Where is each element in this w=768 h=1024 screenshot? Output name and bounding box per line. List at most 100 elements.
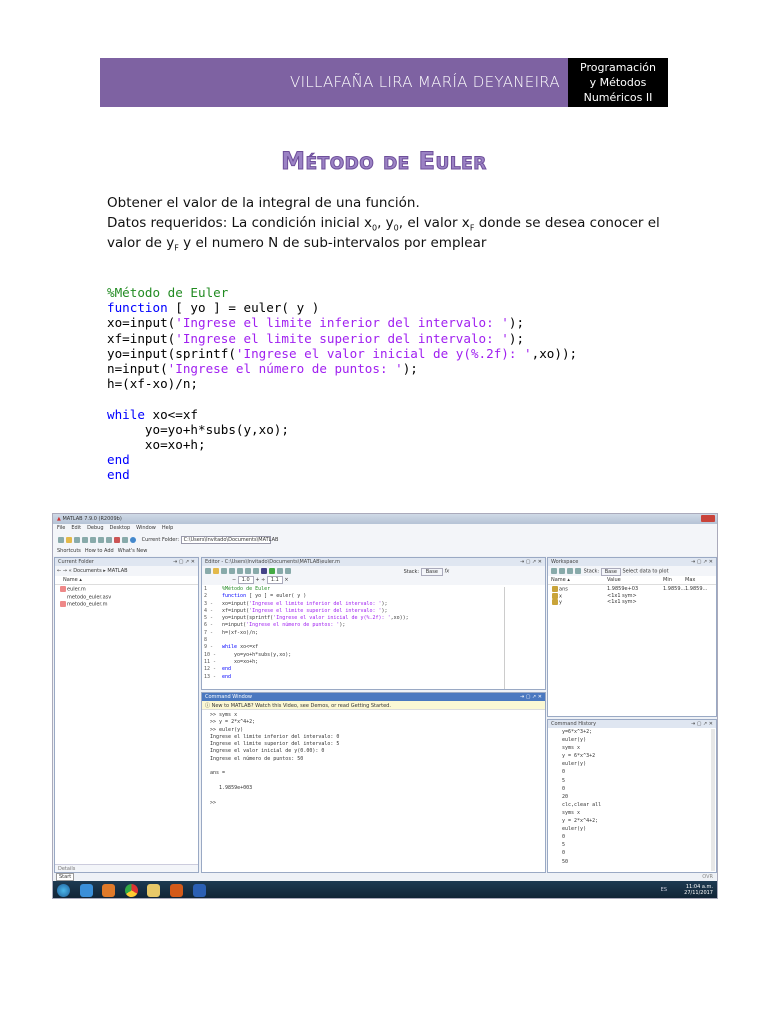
menu-file[interactable]: File (57, 525, 65, 531)
command-line (210, 763, 537, 770)
windows-start-icon[interactable] (57, 884, 70, 897)
editor-line: 12 - end (204, 666, 232, 673)
select-data-to-plot[interactable]: Select data to plot (623, 569, 669, 575)
redo-icon[interactable] (106, 536, 112, 543)
open-icon[interactable] (66, 536, 72, 543)
details-pane[interactable]: Details (55, 864, 198, 872)
windows-taskbar: ES 11:04 a.m. 27/11/2017 (53, 881, 717, 898)
page-header: VILLAFAÑA LIRA MARÍA DEYANEIRA Programac… (100, 58, 668, 107)
command-line: Ingrese el número de puntos: 50 (210, 755, 304, 762)
history-item[interactable]: 20 (562, 793, 702, 801)
shortcuts-bar: Shortcuts How to Add What's New (53, 546, 717, 556)
course-line: Programación (580, 61, 656, 74)
simulink-icon[interactable] (114, 536, 120, 543)
editor-line: 6 - n=input('Ingrese el número de puntos:… (204, 622, 346, 629)
cell-zoom-2[interactable]: 1.1 (266, 576, 283, 584)
editor-line: 13 - end (204, 673, 232, 680)
history-item[interactable]: y=6*x^3+2; (562, 728, 702, 736)
workspace-row[interactable]: y <1x1 sym> (551, 599, 713, 606)
help-icon[interactable] (130, 536, 136, 543)
file-item[interactable]: metodo_euler.asv (59, 593, 194, 602)
menu-debug[interactable]: Debug (87, 525, 103, 531)
editor-panel: Editor - C:\Users\Invitado\Documents\MAT… (201, 557, 546, 690)
history-item[interactable]: 0 (562, 849, 702, 857)
history-item[interactable]: y = 6*x^3+2 (562, 752, 702, 760)
history-item[interactable]: 0 (562, 833, 702, 841)
history-list[interactable]: y=6*x^3+2; euler(y) syms xy = 6*x^3+2 euler… (548, 728, 716, 866)
copy-icon[interactable] (82, 536, 88, 543)
matlab-start-button[interactable]: Start (56, 873, 75, 881)
history-item[interactable]: syms x (562, 744, 702, 752)
history-item[interactable]: y = 2*x^4+2; (562, 817, 702, 825)
editor-line: 7 - h=(xf-xo)/n; (204, 629, 259, 636)
command-line: ans = (210, 770, 226, 777)
undo-icon[interactable] (98, 536, 104, 543)
editor-line: 4 - xf=input('Ingrese el limite superior … (204, 607, 388, 614)
menu-help[interactable]: Help (162, 525, 173, 531)
course-line: y Métodos (589, 76, 647, 89)
editor-toolbar: Stack: Base fx (202, 566, 545, 576)
how-to-add-link[interactable]: How to Add (85, 548, 114, 554)
new-file-icon[interactable] (58, 536, 64, 543)
getting-started-notice[interactable]: ⓘ New to MATLAB? Watch this Video, see D… (202, 701, 545, 710)
ie-icon[interactable] (79, 884, 93, 897)
editor-line: 1 %Método de Euler (204, 586, 271, 592)
menu-desktop[interactable]: Desktop (110, 525, 131, 531)
history-item[interactable]: 0 (562, 785, 702, 793)
current-folder-field[interactable]: C:\Users\Invitado\Documents\MATLAB (180, 536, 278, 544)
command-line (210, 778, 537, 785)
folder-breadcrumb[interactable]: « Documents ▸ MATLAB (69, 568, 128, 574)
word-icon[interactable] (192, 884, 206, 897)
cut-icon[interactable] (74, 536, 80, 543)
menu-window[interactable]: Window (136, 525, 156, 531)
history-item[interactable]: euler(y) (562, 736, 702, 744)
history-item[interactable]: clc,clear all (562, 801, 702, 809)
history-scrollbar[interactable] (711, 729, 715, 871)
editor-line: 10 - yo=yo+h*subs(y,xo); (204, 651, 292, 658)
history-item[interactable]: euler(y) (562, 760, 702, 768)
file-item[interactable]: metodo_euler.m (59, 601, 194, 609)
close-window-button[interactable] (701, 515, 715, 522)
history-item[interactable]: syms x (562, 809, 702, 817)
explorer-icon[interactable] (147, 884, 161, 897)
menu-edit[interactable]: Edit (71, 525, 81, 531)
whats-new-link[interactable]: What's New (118, 548, 148, 554)
matlab-screenshot: ▲ MATLAB 7.9.0 (R2009b) File Edit Debug Des… (52, 513, 718, 899)
media-player-icon[interactable] (102, 884, 116, 897)
main-toolbar: Current Folder: C:\Users\Invitado\Docume… (53, 533, 717, 546)
history-item[interactable]: euler(y) (562, 825, 702, 833)
current-folder-panel: Current Folder ⇥ ▢ ↗ ✕ ← → « Documents ▸ … (54, 557, 199, 873)
history-item[interactable]: 5 (562, 777, 702, 785)
editor-code[interactable]: 1 %Método de Euler 2 function [ yo ] = eule… (202, 585, 545, 682)
guide-icon[interactable] (122, 536, 128, 543)
chrome-icon[interactable] (124, 884, 138, 897)
command-history-panel: Command History ⇥ ▢ ↗ ✕ y=6*x^3+2; euler(y… (547, 719, 717, 873)
file-item[interactable]: euler.m (59, 586, 194, 594)
editor-line: 3 - xo=input('Ingrese el limite inferior … (204, 600, 388, 607)
command-line: Ingrese el limite superior del intervalo… (210, 741, 340, 748)
command-window: Command Window ⇥ ▢ ↗ ✕ ⓘ New to MATLAB? W… (201, 692, 546, 873)
page-title: Método de Euler (281, 147, 487, 176)
command-line: Ingrese el limite inferior del intervalo… (210, 733, 340, 740)
command-line: >> syms x (210, 712, 238, 718)
intro-line: Obtener el valor de la integral de una f… (107, 195, 420, 211)
history-item[interactable]: 50 (562, 858, 702, 866)
stack-select[interactable]: Base (420, 567, 443, 576)
matlab-taskbar-icon[interactable] (169, 884, 183, 897)
history-item[interactable]: 5 (562, 841, 702, 849)
command-output[interactable]: >> syms x >> y = 2*x^4+2; >> euler(y) Ingre… (202, 710, 545, 809)
command-line: >> (210, 799, 217, 806)
paste-icon[interactable] (90, 536, 96, 543)
history-item[interactable]: 0 (562, 768, 702, 776)
name-column-header[interactable]: Name ▴ (55, 576, 198, 585)
command-line: >> euler(y) (210, 726, 244, 733)
author-name: VILLAFAÑA LIRA MARÍA DEYANEIRA (290, 73, 560, 91)
editor-line: 2 function [ yo ] = euler( y ) (204, 593, 307, 600)
system-clock: 11:04 a.m. 27/11/2017 (684, 884, 713, 896)
window-titlebar: ▲ MATLAB 7.9.0 (R2009b) (53, 514, 717, 524)
workspace-panel: Workspace ⇥ ▢ ↗ ✕ Stack: Base Select data… (547, 557, 717, 717)
command-line: 1.9859e+003 (210, 784, 253, 791)
cell-zoom-1[interactable]: 1.0 (237, 576, 254, 584)
intro-line: valor de yF y el numero N de sub-interva… (107, 235, 487, 253)
editor-line: 9 - while xo<=xf (204, 644, 259, 651)
